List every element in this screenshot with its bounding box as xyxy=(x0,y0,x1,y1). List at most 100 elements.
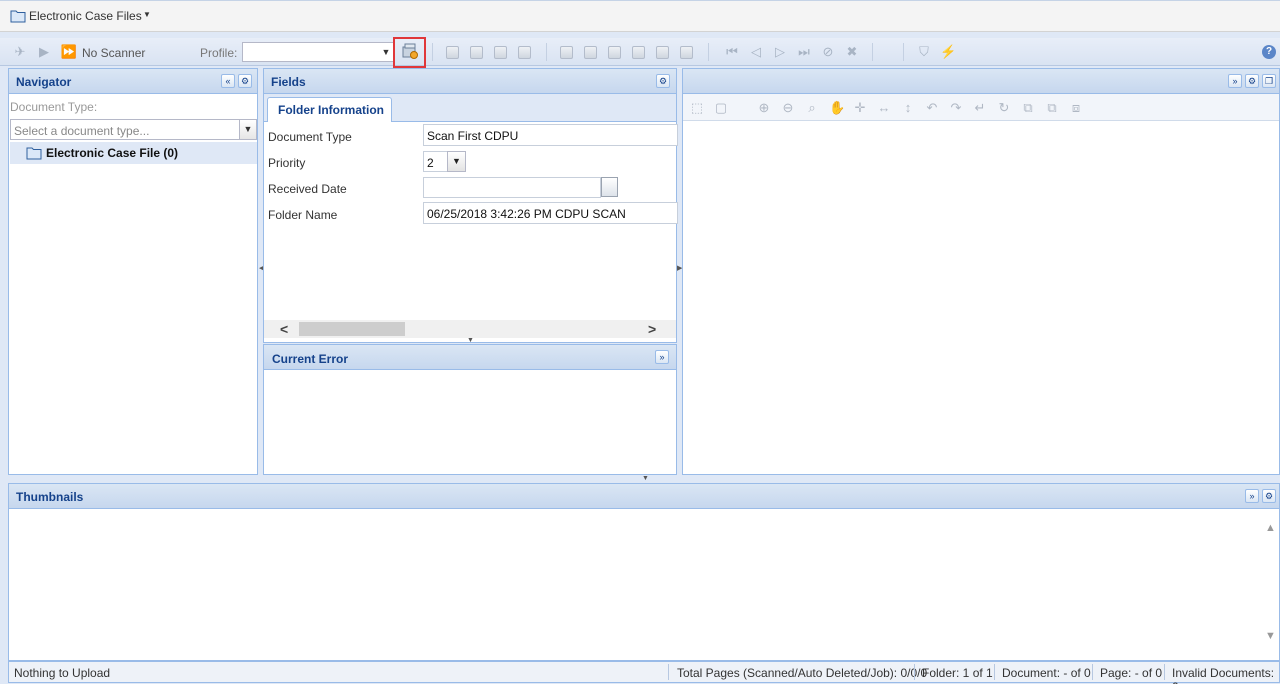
doc-prev-icon[interactable] xyxy=(584,46,597,59)
select-area-icon[interactable]: ⬚ xyxy=(690,101,704,115)
tab-folder-information[interactable]: Folder Information xyxy=(267,97,392,122)
delete-icon[interactable]: ✖ xyxy=(844,44,860,60)
document-type-field[interactable]: Scan First CDPU xyxy=(423,124,678,146)
document-type-placeholder: Select a document type... xyxy=(14,124,150,138)
doc-delete-icon[interactable] xyxy=(680,46,693,59)
splitter-handle[interactable]: ▼ xyxy=(642,475,649,482)
crop-icon[interactable]: ▢ xyxy=(714,101,728,115)
document-status: Document: - of 0 xyxy=(1002,666,1091,680)
scanner-icon[interactable]: ✈ xyxy=(12,44,28,60)
zoom-in-icon[interactable]: ⊕ xyxy=(757,101,771,115)
page-status: Page: - of 0 xyxy=(1100,666,1163,680)
scanner-status: No Scanner xyxy=(82,46,146,60)
page-last-icon[interactable] xyxy=(518,46,531,59)
chevron-down-icon[interactable]: ▼ xyxy=(143,10,151,19)
lightning-icon[interactable]: ⚡ xyxy=(940,44,956,60)
gear-icon[interactable]: ⚙ xyxy=(1262,489,1276,503)
folder-name-field[interactable]: 06/25/2018 3:42:26 PM CDPU SCAN xyxy=(423,202,678,224)
profile-select[interactable]: ▼ xyxy=(242,42,394,62)
invalid-documents-status: Invalid Documents: 0 xyxy=(1172,666,1275,684)
tree-item-case-file[interactable]: Electronic Case File (0) xyxy=(10,142,257,164)
document-type-label: Document Type: xyxy=(10,100,98,114)
navigator-panel: Navigator « ⚙ Document Type: Select a do… xyxy=(8,68,258,475)
fields-tabstrip: Folder Information xyxy=(264,94,676,122)
calendar-icon[interactable] xyxy=(601,177,618,197)
help-icon[interactable]: ? xyxy=(1262,45,1276,59)
chevron-down-icon[interactable]: ▼ xyxy=(379,43,393,61)
zoom-area-icon[interactable]: ⌕ xyxy=(805,101,819,115)
field-label-folder-name: Folder Name xyxy=(268,208,338,222)
splitter-handle[interactable]: ▼ xyxy=(467,337,474,344)
fit-width-icon[interactable]: ↔ xyxy=(877,101,891,115)
current-error-title: Current Error xyxy=(272,352,349,366)
thumbnails-panel: Thumbnails » ⚙ ▲ ▼ xyxy=(8,483,1280,661)
scroll-thumb[interactable] xyxy=(299,322,405,336)
cancel-icon[interactable]: ⊘ xyxy=(820,44,836,60)
restore-icon[interactable]: ❐ xyxy=(1262,74,1276,88)
fields-panel: Fields ⚙ Folder Information Document Typ… xyxy=(263,68,678,343)
thumbnails-title: Thumbnails xyxy=(16,490,84,504)
field-label-received-date: Received Date xyxy=(268,182,347,196)
expand-right-icon[interactable]: » xyxy=(1228,74,1242,88)
received-date-field[interactable] xyxy=(423,177,601,198)
upload-status: Nothing to Upload xyxy=(14,666,111,680)
refresh-icon[interactable]: ↻ xyxy=(997,101,1011,115)
app-title-bar: Electronic Case Files ▼ xyxy=(0,0,1280,32)
image-viewer-panel: » ⚙ ❐ ⬚ ▢ ⊕ ⊖ ⌕ ✋ ✛ ↔ ↕ ↶ ↷ ↵ ↻ ⧉ ⧉ ⧈ xyxy=(682,68,1280,475)
navigator-header: Navigator « ⚙ xyxy=(9,69,257,94)
highlight-box xyxy=(393,37,426,68)
folder-icon xyxy=(10,10,26,23)
rotate-180-icon[interactable]: ↵ xyxy=(973,101,987,115)
doc-last-icon[interactable] xyxy=(632,46,645,59)
nav-last-icon[interactable]: ⏭ xyxy=(796,44,812,60)
field-label-document-type: Document Type xyxy=(268,130,352,144)
folder-status: Folder: 1 of 1 xyxy=(922,666,993,680)
status-bar: Nothing to Upload Total Pages (Scanned/A… xyxy=(8,661,1280,684)
fit-height-icon[interactable]: ↕ xyxy=(901,101,915,115)
nav-next-icon[interactable]: ▷ xyxy=(772,44,788,60)
fit-page-icon[interactable]: ✛ xyxy=(853,101,867,115)
page-next-icon[interactable] xyxy=(494,46,507,59)
doc-block-icon[interactable] xyxy=(656,46,669,59)
profile-label: Profile: xyxy=(200,46,238,60)
priority-field[interactable]: 2 xyxy=(423,151,449,172)
nav-first-icon[interactable]: ⏮ xyxy=(724,44,740,60)
scroll-down-icon[interactable]: ▼ xyxy=(1265,630,1276,642)
tab-label: Folder Information xyxy=(278,103,384,117)
pan-icon[interactable]: ✋ xyxy=(829,101,845,115)
vertical-scrollbar[interactable]: ▲ ▼ xyxy=(1262,510,1279,660)
thumbnails-header: Thumbnails » ⚙ xyxy=(9,484,1279,509)
fast-forward-icon[interactable]: ⏩ xyxy=(60,44,78,60)
page-first-icon[interactable] xyxy=(446,46,459,59)
play-icon[interactable]: ▶ xyxy=(36,44,52,60)
scroll-up-icon[interactable]: ▲ xyxy=(1265,522,1276,534)
nav-prev-icon[interactable]: ◁ xyxy=(748,44,764,60)
doc-next-icon[interactable] xyxy=(608,46,621,59)
gear-icon[interactable]: ⚙ xyxy=(656,74,670,88)
upload-icon[interactable]: ⛉ xyxy=(916,44,932,60)
scroll-left-icon[interactable]: < xyxy=(280,321,288,337)
gear-icon[interactable]: ⚙ xyxy=(1245,74,1259,88)
app-title-menu[interactable]: Electronic Case Files xyxy=(29,9,142,23)
collapse-down-icon[interactable]: » xyxy=(655,350,669,364)
fields-header: Fields ⚙ xyxy=(264,69,676,94)
gear-icon[interactable]: ⚙ xyxy=(238,74,252,88)
viewer-header: » ⚙ ❐ xyxy=(683,69,1279,94)
copy-page-icon[interactable]: ⧉ xyxy=(1021,101,1035,115)
document-type-select[interactable]: Select a document type... ▼ xyxy=(10,119,257,140)
collapse-down-icon[interactable]: » xyxy=(1245,489,1259,503)
scroll-right-icon[interactable]: > xyxy=(648,321,656,337)
rotate-right-icon[interactable]: ↷ xyxy=(949,101,963,115)
doc-first-icon[interactable] xyxy=(560,46,573,59)
collapse-left-icon[interactable]: « xyxy=(221,74,235,88)
rotate-left-icon[interactable]: ↶ xyxy=(925,101,939,115)
horizontal-scrollbar[interactable]: < > xyxy=(264,320,676,338)
chevron-down-icon[interactable]: ▼ xyxy=(239,120,256,139)
scan-toolbar: ✈ ▶ ⏩ No Scanner Profile: ▼ ⏮ ◁ ▷ ⏭ ⊘ ✖ … xyxy=(0,38,1280,66)
chevron-down-icon[interactable]: ▼ xyxy=(447,151,466,172)
split-page-icon[interactable]: ⧈ xyxy=(1069,101,1083,115)
move-page-icon[interactable]: ⧉ xyxy=(1045,101,1059,115)
page-prev-icon[interactable] xyxy=(470,46,483,59)
viewer-toolbar: ⬚ ▢ ⊕ ⊖ ⌕ ✋ ✛ ↔ ↕ ↶ ↷ ↵ ↻ ⧉ ⧉ ⧈ xyxy=(683,94,1279,121)
zoom-out-icon[interactable]: ⊖ xyxy=(781,101,795,115)
